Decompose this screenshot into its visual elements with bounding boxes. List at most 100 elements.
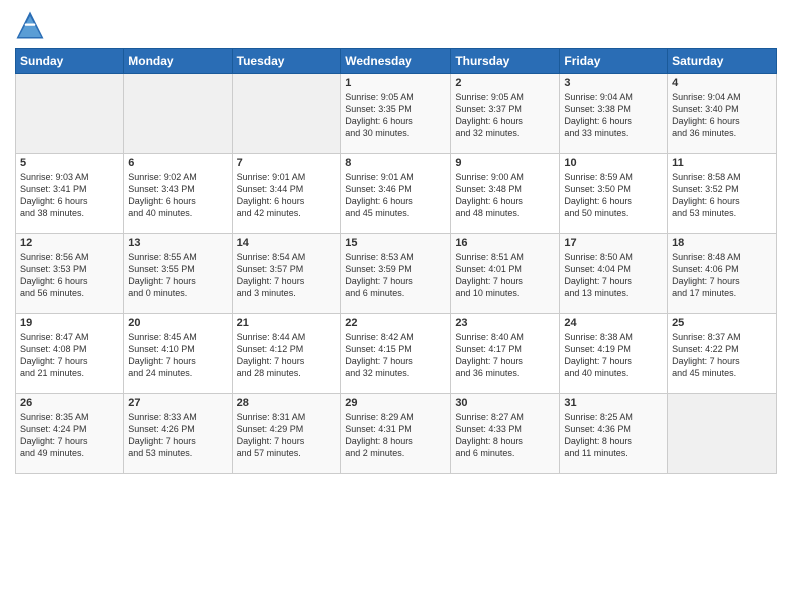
calendar-cell: [232, 74, 341, 154]
logo: [15, 10, 49, 40]
day-number: 13: [128, 237, 227, 249]
calendar-cell: 17 Sunrise: 8:50 AM Sunset: 4:04 PM Dayli…: [560, 234, 668, 314]
calendar-cell: 9Sunrise: 9:00 AM Sunset: 3:48 PM Daylig…: [451, 154, 560, 234]
header-friday: Friday: [560, 49, 668, 74]
day-info: Sunrise: 8:33 AM Sunset: 4:26 PM Dayligh…: [128, 411, 227, 460]
page-header: [15, 10, 777, 40]
day-number: 31: [564, 397, 663, 409]
day-info: Sunrise: 9:00 AM Sunset: 3:48 PM Dayligh…: [455, 171, 555, 220]
calendar-cell: 13Sunrise: 8:55 AM Sunset: 3:55 PM Dayli…: [124, 234, 232, 314]
calendar-cell: 26 Sunrise: 8:35 AM Sunset: 4:24 PM Dayli…: [16, 394, 124, 474]
day-number: 16: [455, 237, 555, 249]
day-number: 11: [672, 157, 772, 169]
day-info: Sunrise: 8:44 AM Sunset: 4:12 PM Dayligh…: [237, 331, 337, 380]
calendar-cell: 30 Sunrise: 8:27 AM Sunset: 4:33 PM Dayli…: [451, 394, 560, 474]
day-number: 25: [672, 317, 772, 329]
day-info: Sunrise: 8:35 AM Sunset: 4:24 PM Dayligh…: [20, 411, 119, 460]
calendar-cell: 5 Sunrise: 9:03 AM Sunset: 3:41 PM Daylig…: [16, 154, 124, 234]
day-info: Sunrise: 9:05 AM Sunset: 3:35 PM Dayligh…: [345, 91, 446, 140]
day-info: Sunrise: 8:48 AM Sunset: 4:06 PM Dayligh…: [672, 251, 772, 300]
calendar-cell: 8 Sunrise: 9:01 AM Sunset: 3:46 PM Daylig…: [341, 154, 451, 234]
day-number: 17: [564, 237, 663, 249]
day-number: 7: [237, 157, 337, 169]
calendar-cell: [124, 74, 232, 154]
calendar-cell: 18Sunrise: 8:48 AM Sunset: 4:06 PM Dayli…: [668, 234, 777, 314]
day-number: 19: [20, 317, 119, 329]
day-number: 2: [455, 77, 555, 89]
day-number: 27: [128, 397, 227, 409]
calendar-cell: 24 Sunrise: 8:38 AM Sunset: 4:19 PM Dayli…: [560, 314, 668, 394]
day-info: Sunrise: 9:05 AM Sunset: 3:37 PM Dayligh…: [455, 91, 555, 140]
day-info: Sunrise: 9:04 AM Sunset: 3:40 PM Dayligh…: [672, 91, 772, 140]
day-info: Sunrise: 8:37 AM Sunset: 4:22 PM Dayligh…: [672, 331, 772, 380]
day-number: 29: [345, 397, 446, 409]
calendar-cell: 28 Sunrise: 8:31 AM Sunset: 4:29 PM Dayli…: [232, 394, 341, 474]
day-number: 14: [237, 237, 337, 249]
header-sunday: Sunday: [16, 49, 124, 74]
calendar-cell: [16, 74, 124, 154]
day-info: Sunrise: 8:54 AM Sunset: 3:57 PM Dayligh…: [237, 251, 337, 300]
day-info: Sunrise: 8:29 AM Sunset: 4:31 PM Dayligh…: [345, 411, 446, 460]
day-info: Sunrise: 8:58 AM Sunset: 3:52 PM Dayligh…: [672, 171, 772, 220]
header-wednesday: Wednesday: [341, 49, 451, 74]
header-monday: Monday: [124, 49, 232, 74]
day-info: Sunrise: 8:53 AM Sunset: 3:59 PM Dayligh…: [345, 251, 446, 300]
calendar-header-row: SundayMondayTuesdayWednesdayThursdayFrid…: [16, 49, 777, 74]
calendar-cell: 1 Sunrise: 9:05 AM Sunset: 3:35 PM Daylig…: [341, 74, 451, 154]
calendar-cell: 10 Sunrise: 8:59 AM Sunset: 3:50 PM Dayli…: [560, 154, 668, 234]
calendar-cell: 16 Sunrise: 8:51 AM Sunset: 4:01 PM Dayli…: [451, 234, 560, 314]
day-info: Sunrise: 8:50 AM Sunset: 4:04 PM Dayligh…: [564, 251, 663, 300]
calendar-cell: 6Sunrise: 9:02 AM Sunset: 3:43 PM Daylig…: [124, 154, 232, 234]
calendar-cell: 21Sunrise: 8:44 AM Sunset: 4:12 PM Dayli…: [232, 314, 341, 394]
calendar-cell: 29 Sunrise: 8:29 AM Sunset: 4:31 PM Dayli…: [341, 394, 451, 474]
day-info: Sunrise: 8:47 AM Sunset: 4:08 PM Dayligh…: [20, 331, 119, 380]
calendar-cell: 25 Sunrise: 8:37 AM Sunset: 4:22 PM Dayli…: [668, 314, 777, 394]
day-info: Sunrise: 8:38 AM Sunset: 4:19 PM Dayligh…: [564, 331, 663, 380]
day-number: 30: [455, 397, 555, 409]
day-number: 28: [237, 397, 337, 409]
day-number: 26: [20, 397, 119, 409]
calendar-cell: 23 Sunrise: 8:40 AM Sunset: 4:17 PM Dayli…: [451, 314, 560, 394]
calendar-week-4: 19 Sunrise: 8:47 AM Sunset: 4:08 PM Dayli…: [16, 314, 777, 394]
calendar-cell: 27 Sunrise: 8:33 AM Sunset: 4:26 PM Dayli…: [124, 394, 232, 474]
calendar-cell: 2 Sunrise: 9:05 AM Sunset: 3:37 PM Daylig…: [451, 74, 560, 154]
day-info: Sunrise: 8:59 AM Sunset: 3:50 PM Dayligh…: [564, 171, 663, 220]
calendar-table: SundayMondayTuesdayWednesdayThursdayFrid…: [15, 48, 777, 474]
calendar-cell: 12 Sunrise: 8:56 AM Sunset: 3:53 PM Dayli…: [16, 234, 124, 314]
calendar-week-3: 12 Sunrise: 8:56 AM Sunset: 3:53 PM Dayli…: [16, 234, 777, 314]
day-info: Sunrise: 8:40 AM Sunset: 4:17 PM Dayligh…: [455, 331, 555, 380]
day-info: Sunrise: 8:27 AM Sunset: 4:33 PM Dayligh…: [455, 411, 555, 460]
day-info: Sunrise: 8:31 AM Sunset: 4:29 PM Dayligh…: [237, 411, 337, 460]
calendar-cell: 14 Sunrise: 8:54 AM Sunset: 3:57 PM Dayli…: [232, 234, 341, 314]
day-number: 12: [20, 237, 119, 249]
header-saturday: Saturday: [668, 49, 777, 74]
day-info: Sunrise: 8:45 AM Sunset: 4:10 PM Dayligh…: [128, 331, 227, 380]
day-number: 1: [345, 77, 446, 89]
day-number: 15: [345, 237, 446, 249]
day-info: Sunrise: 9:01 AM Sunset: 3:46 PM Dayligh…: [345, 171, 446, 220]
calendar-week-1: 1 Sunrise: 9:05 AM Sunset: 3:35 PM Daylig…: [16, 74, 777, 154]
day-info: Sunrise: 8:56 AM Sunset: 3:53 PM Dayligh…: [20, 251, 119, 300]
day-number: 24: [564, 317, 663, 329]
calendar-cell: 11 Sunrise: 8:58 AM Sunset: 3:52 PM Dayli…: [668, 154, 777, 234]
day-number: 10: [564, 157, 663, 169]
calendar-cell: 3Sunrise: 9:04 AM Sunset: 3:38 PM Daylig…: [560, 74, 668, 154]
calendar-week-2: 5 Sunrise: 9:03 AM Sunset: 3:41 PM Daylig…: [16, 154, 777, 234]
day-info: Sunrise: 8:42 AM Sunset: 4:15 PM Dayligh…: [345, 331, 446, 380]
calendar-cell: 19 Sunrise: 8:47 AM Sunset: 4:08 PM Dayli…: [16, 314, 124, 394]
day-number: 6: [128, 157, 227, 169]
calendar-cell: 4Sunrise: 9:04 AM Sunset: 3:40 PM Daylig…: [668, 74, 777, 154]
day-info: Sunrise: 9:04 AM Sunset: 3:38 PM Dayligh…: [564, 91, 663, 140]
calendar-cell: 22Sunrise: 8:42 AM Sunset: 4:15 PM Dayli…: [341, 314, 451, 394]
day-number: 8: [345, 157, 446, 169]
day-info: Sunrise: 8:51 AM Sunset: 4:01 PM Dayligh…: [455, 251, 555, 300]
logo-icon: [15, 10, 45, 40]
day-number: 5: [20, 157, 119, 169]
header-thursday: Thursday: [451, 49, 560, 74]
day-number: 23: [455, 317, 555, 329]
calendar-cell: 15 Sunrise: 8:53 AM Sunset: 3:59 PM Dayli…: [341, 234, 451, 314]
calendar-week-5: 26 Sunrise: 8:35 AM Sunset: 4:24 PM Dayli…: [16, 394, 777, 474]
day-info: Sunrise: 9:03 AM Sunset: 3:41 PM Dayligh…: [20, 171, 119, 220]
day-number: 20: [128, 317, 227, 329]
calendar-cell: 20 Sunrise: 8:45 AM Sunset: 4:10 PM Dayli…: [124, 314, 232, 394]
